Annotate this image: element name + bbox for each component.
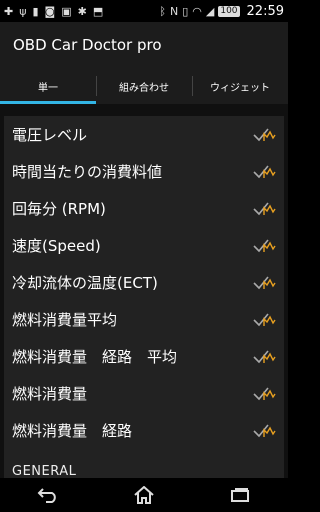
usb-icon: ψ	[19, 4, 27, 18]
data-icon: ⬒	[92, 4, 104, 18]
checkbox-checked-icon[interactable]	[252, 311, 276, 329]
checkbox-checked-icon[interactable]	[252, 274, 276, 292]
list-item[interactable]: 燃料消費量平均	[4, 301, 284, 338]
list-item-label: 燃料消費量平均	[12, 311, 118, 329]
recents-button[interactable]	[220, 480, 260, 510]
bluetooth-icon: ᛒ	[159, 4, 166, 18]
tab-single[interactable]: 単一	[0, 68, 96, 104]
checkbox-checked-icon[interactable]	[252, 163, 276, 181]
list-item[interactable]: 燃料消費量 経路 平均	[4, 338, 284, 375]
list-item[interactable]: 冷却流体の温度(ECT)	[4, 264, 284, 301]
sensor-list: 電圧レベル 時間当たりの消費料値 回毎分 (RPM) 速度(Speed) 冷却流…	[4, 116, 284, 478]
checkbox-checked-icon[interactable]	[252, 385, 276, 403]
wifi-icon: ◠	[192, 4, 202, 18]
app-title: OBD Car Doctor pro	[13, 36, 162, 54]
home-button[interactable]	[124, 480, 164, 510]
tab-bar: 単一 組み合わせ ウィジェット	[0, 68, 288, 104]
navigation-bar	[0, 478, 288, 512]
checkbox-checked-icon[interactable]	[252, 200, 276, 218]
list-item[interactable]: 回毎分 (RPM)	[4, 190, 284, 227]
clock: 22:59	[246, 3, 284, 19]
back-icon	[37, 488, 56, 503]
home-icon	[134, 486, 154, 504]
list-item[interactable]: 電圧レベル	[4, 116, 284, 153]
checkbox-checked-icon[interactable]	[252, 422, 276, 440]
list-item-label: 速度(Speed)	[12, 237, 101, 255]
status-left: ✚ ψ ▮ ◙ ▣ ✱ ⬒	[4, 6, 103, 17]
list-item-label: 時間当たりの消費料値	[12, 163, 163, 181]
photo-icon: ▣	[61, 4, 72, 18]
back-button[interactable]	[28, 480, 68, 510]
status-bar: ✚ ψ ▮ ◙ ▣ ✱ ⬒ ᛒ N ▯ ◠ ◢ 100 22:59	[0, 0, 288, 22]
list-item-label: 燃料消費量	[12, 385, 88, 403]
plus-icon: ✚	[4, 4, 14, 18]
list-item[interactable]: 燃料消費量	[4, 375, 284, 412]
list-item[interactable]: 速度(Speed)	[4, 227, 284, 264]
camera-icon: ◙	[44, 4, 56, 18]
tab-widget[interactable]: ウィジェット	[192, 68, 288, 104]
list-item-label: 燃料消費量 経路	[12, 422, 133, 440]
section-header-general: GENERAL	[12, 464, 77, 478]
battery-level: 100	[218, 5, 240, 17]
signal-icon: ◢	[205, 4, 215, 18]
tab-label: 組み合わせ	[119, 82, 169, 94]
list-item[interactable]: 燃料消費量 経路	[4, 412, 284, 449]
nfc-icon: N	[169, 4, 179, 18]
checkbox-checked-icon[interactable]	[252, 237, 276, 255]
list-item-label: 回毎分 (RPM)	[12, 200, 106, 218]
list-item-label: 冷却流体の温度(ECT)	[12, 274, 158, 292]
debug-icon: ✱	[77, 4, 87, 18]
list-item-label: 電圧レベル	[12, 126, 88, 144]
recents-icon	[231, 488, 249, 502]
content-area[interactable]: 電圧レベル 時間当たりの消費料値 回毎分 (RPM) 速度(Speed) 冷却流…	[0, 104, 288, 478]
list-item-label: 燃料消費量 経路 平均	[12, 348, 178, 366]
battery-alert-icon: ▮	[32, 4, 39, 18]
tab-combination[interactable]: 組み合わせ	[96, 68, 192, 104]
list-item[interactable]: 時間当たりの消費料値	[4, 153, 284, 190]
vibrate-icon: ▯	[182, 4, 189, 18]
tab-label: ウィジェット	[210, 82, 270, 94]
status-right: ᛒ N ▯ ◠ ◢ 100 22:59	[159, 4, 284, 19]
action-bar: OBD Car Doctor pro	[0, 22, 288, 68]
checkbox-checked-icon[interactable]	[252, 126, 276, 144]
checkbox-checked-icon[interactable]	[252, 348, 276, 366]
tab-label: 単一	[38, 82, 58, 94]
